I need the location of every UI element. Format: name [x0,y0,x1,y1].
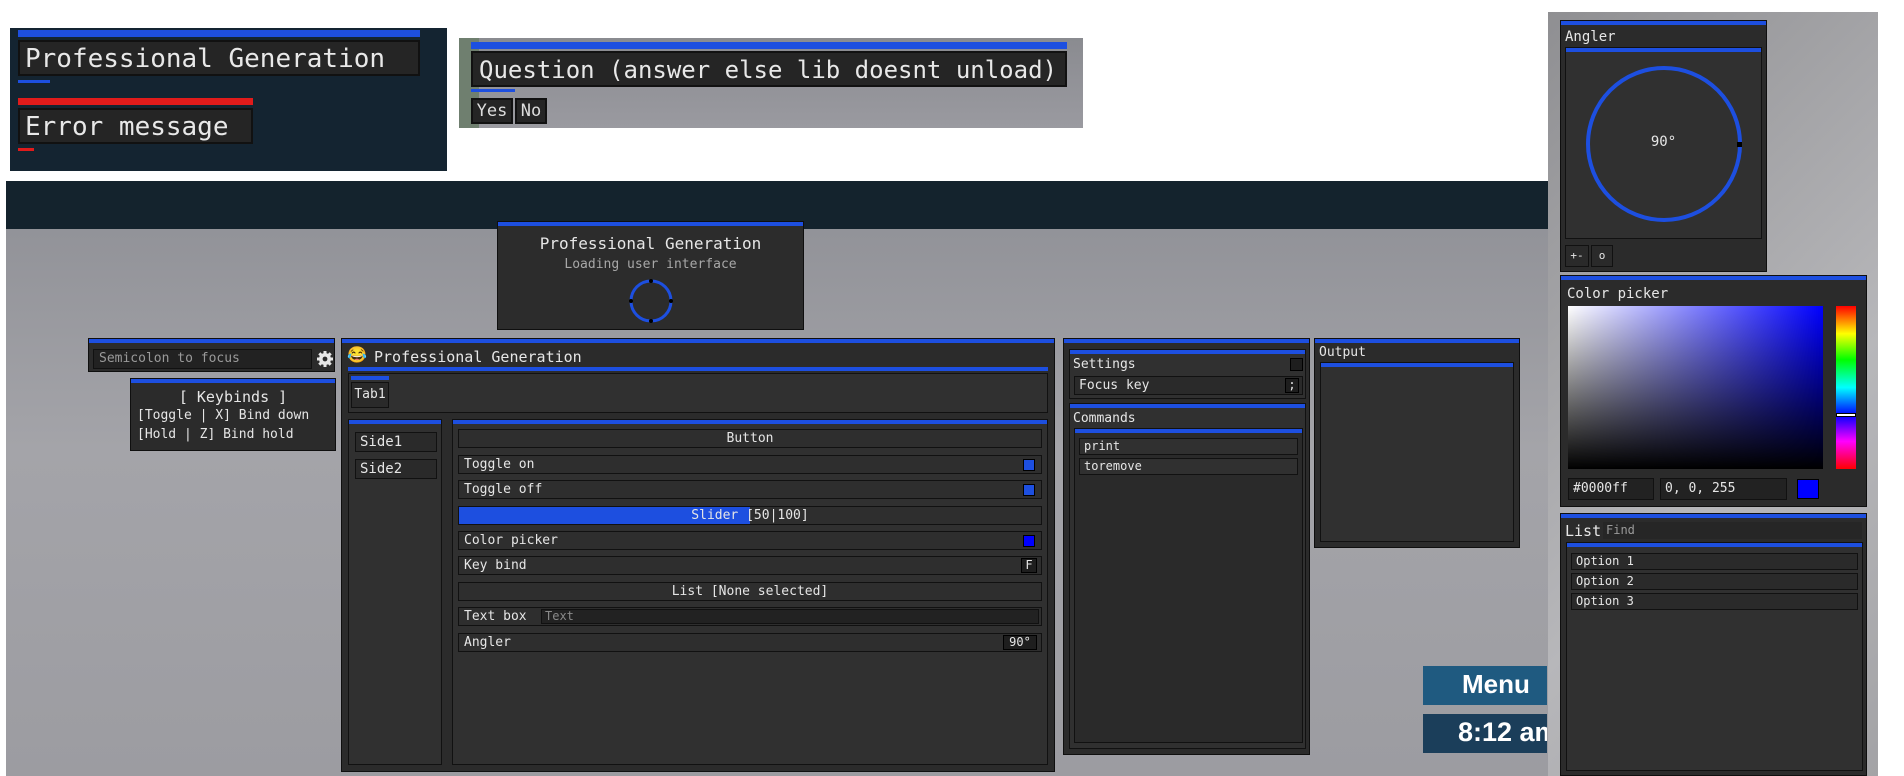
output-title: Output [1319,345,1366,360]
notification-title-text: Professional Generation [25,44,386,74]
angler-dial-value: 90° [1650,134,1677,150]
notification-popup-panel: Professional Generation Error message [10,28,447,171]
key-bind-value[interactable]: F [1021,558,1037,573]
hex-input[interactable]: #0000ff [1568,478,1654,500]
toggle-on[interactable]: Toggle on [458,455,1042,474]
toggle-on-label: Toggle on [464,457,535,472]
toggle-off[interactable]: Toggle off [458,480,1042,499]
time-label: 8:12 am [1458,717,1547,747]
output-window: Output [1314,338,1520,548]
angler-value: 90° [1003,635,1037,650]
error-message-text: Error message [25,112,229,142]
settings-title: Settings [1073,357,1136,372]
text-box-label: Text box [464,609,527,624]
list-options-panel: Option 1 Option 2 Option 3 [1566,542,1863,771]
focus-key-label: Focus key [1079,378,1150,393]
list-label: List [None selected] [671,584,829,599]
angler-window-title: Angler [1565,29,1616,45]
focus-key-value[interactable]: ; [1285,378,1299,393]
focus-key-row[interactable]: Focus key ; [1074,376,1303,395]
list-option-3[interactable]: Option 3 [1571,593,1858,610]
list-window: List Find Option 1 Option 2 Option 3 [1560,513,1867,776]
toggle-on-checkbox[interactable] [1023,459,1035,471]
angler-dial-panel: 90° [1565,47,1762,239]
tab-1[interactable]: Tab1 [351,382,389,408]
title-notification: Professional Generation [18,28,420,88]
toggle-off-checkbox[interactable] [1023,484,1035,496]
command-item-toremove[interactable]: toremove [1079,458,1298,475]
text-box-input[interactable]: Text [541,609,1039,624]
angler-label: Angler [464,635,511,650]
error-notification: Error message [18,96,253,156]
slider-label: Slider [50|100] [691,508,809,523]
window-title: Professional Generation [374,348,582,366]
button[interactable]: Button [458,429,1042,448]
color-picker-window: Color picker #0000ff 0, 0, 255 [1560,275,1867,507]
list-option-1[interactable]: Option 1 [1571,553,1858,570]
keybinds-panel: [ Keybinds ] [Toggle | X] Bind down [Hol… [130,378,336,451]
saturation-value-field[interactable] [1568,306,1823,469]
yes-button[interactable]: Yes [471,98,513,124]
hue-slider[interactable] [1836,306,1856,469]
commands-title: Commands [1073,411,1136,426]
angler-o-button[interactable]: o [1591,245,1613,267]
command-item-print[interactable]: print [1079,438,1298,455]
side-item-1[interactable]: Side1 [355,432,437,452]
loading-screen: Professional Generation Loading user int… [497,221,804,330]
time-display: 8:12 am [1423,714,1547,753]
toggle-off-label: Toggle off [464,482,543,497]
question-text: Question (answer else lib doesnt unload) [479,56,1057,84]
output-content [1320,362,1514,542]
color-preview-swatch [1797,479,1819,499]
loader-title: Professional Generation [539,234,762,253]
angler-row[interactable]: Angler 90° [458,633,1042,652]
button-label: Button [726,431,774,446]
content-panel: Button Toggle on Toggle off Slider [50|1… [452,419,1048,765]
find-input[interactable]: Find [1603,522,1862,539]
menu-label: Menu [1462,669,1530,699]
color-swatch[interactable] [1023,535,1035,547]
list-option-2[interactable]: Option 2 [1571,573,1858,590]
settings-commands-window: Settings Focus key ; Commands print tore… [1063,338,1310,755]
commands-list: print toremove [1074,428,1303,743]
rgb-input[interactable]: 0, 0, 255 [1660,478,1787,500]
text-box-row: Text box Text [458,607,1042,626]
emoji-icon: 😂 [347,345,367,364]
slider[interactable]: Slider [50|100] [458,506,1042,525]
keybind-line-1: [Toggle | X] Bind down [137,408,310,423]
loader-subtitle: Loading user interface [564,257,737,272]
settings-toggle[interactable] [1290,358,1303,371]
question-popup-panel: Question (answer else lib doesnt unload)… [459,38,1083,128]
color-picker-row[interactable]: Color picker [458,531,1042,550]
key-bind-label: Key bind [464,558,527,573]
loading-spinner-icon [628,278,674,324]
key-bind-row[interactable]: Key bind F [458,556,1042,575]
focus-box: Semicolon to focus [88,338,335,372]
color-picker-title: Color picker [1567,286,1669,302]
focus-input[interactable]: Semicolon to focus [93,349,312,369]
angler-window: Angler 90° +- o [1560,20,1767,272]
tab-strip: Tab1 [348,373,1048,413]
keybind-line-2: [Hold | Z] Bind hold [137,427,294,442]
side-item-2[interactable]: Side2 [355,459,437,479]
list-row[interactable]: List [None selected] [458,582,1042,601]
gear-icon[interactable] [316,350,334,368]
keybinds-title: [ Keybinds ] [178,388,288,406]
settings-panel: Settings Focus key ; [1069,349,1306,399]
no-button[interactable]: No [515,98,547,124]
hue-slider-handle [1836,413,1856,417]
commands-panel: Commands print toremove [1069,403,1306,749]
list-window-title: List [1565,522,1602,540]
side-panel: Side1 Side2 [348,419,442,765]
angler-plusminus-button[interactable]: +- [1565,245,1589,267]
main-window: 😂 Professional Generation Tab1 Side1 Sid… [341,338,1055,772]
color-picker-label: Color picker [464,533,558,548]
